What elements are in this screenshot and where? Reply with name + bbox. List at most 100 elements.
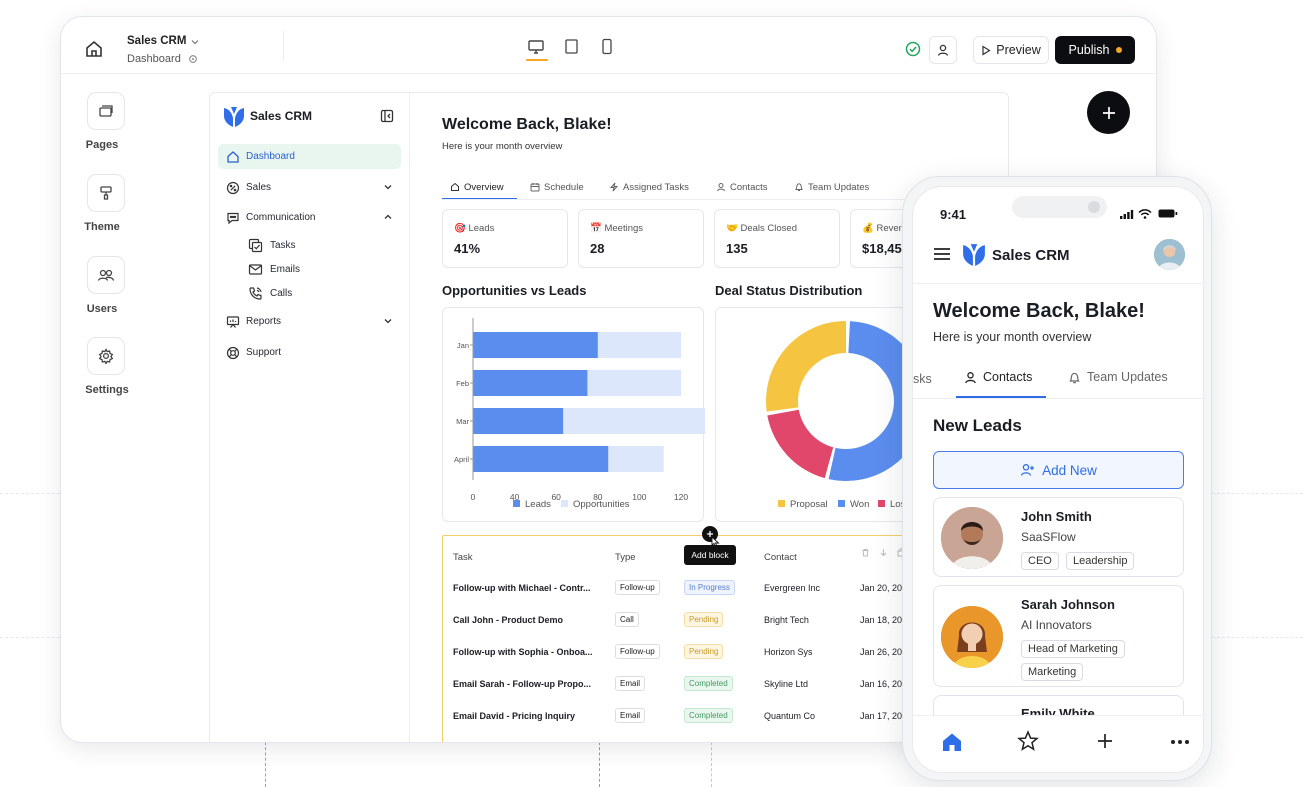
gear-icon (98, 348, 114, 364)
greeting-heading: Welcome Back, Blake! (442, 116, 612, 133)
preview-label: Preview (996, 43, 1041, 57)
preview-button[interactable]: Preview (973, 36, 1049, 64)
x-tick-label: 100 (632, 492, 646, 502)
nav-reports[interactable]: Reports (218, 309, 401, 334)
x-tick-label: 0 (471, 492, 476, 502)
chevron-down-icon[interactable] (190, 37, 200, 47)
stat-value: 28 (590, 241, 605, 256)
lifebuoy-icon (225, 345, 240, 360)
contact-cell: Skyline Ltd (764, 679, 809, 689)
collapse-sidebar-icon[interactable] (380, 109, 394, 123)
bg-grid-line (1212, 493, 1303, 494)
page-settings-icon[interactable] (188, 54, 198, 64)
phone-tab-contacts[interactable]: Contacts (964, 370, 1032, 384)
stat-label: Leads (468, 223, 495, 234)
saved-check-icon (905, 41, 921, 57)
tab-assigned-tasks[interactable]: Assigned Tasks (609, 175, 689, 199)
due-date-cell: Jan 26, 20 (860, 647, 903, 657)
pages-tool-button[interactable] (87, 92, 125, 130)
nav-communication[interactable]: Communication (218, 205, 401, 230)
nav-calls[interactable]: Calls (248, 283, 292, 303)
more-icon[interactable] (1170, 739, 1190, 745)
tablet-view-icon[interactable] (564, 38, 579, 55)
legend-label: Opportunities (573, 499, 630, 510)
table-row[interactable]: Follow-up with Michael - Contr... Follow-… (443, 572, 943, 604)
theme-tool-label: Theme (84, 221, 120, 233)
add-new-lead-button[interactable]: Add New (933, 451, 1184, 489)
project-name[interactable]: Sales CRM (127, 35, 186, 47)
donut-slice-lost (767, 409, 834, 479)
hamburger-menu-icon[interactable] (933, 247, 951, 261)
avatar[interactable] (1154, 239, 1185, 270)
nav-reports-label: Reports (246, 316, 282, 327)
new-leads-heading: New Leads (933, 416, 1022, 435)
star-icon[interactable] (1017, 730, 1039, 752)
chat-bubble-icon (225, 210, 240, 225)
pages-tool-label: Pages (85, 139, 119, 151)
tab-team-updates[interactable]: Team Updates (794, 175, 869, 199)
table-row[interactable]: Email David - Pricing Inquiry Email Comple… (443, 700, 943, 732)
lead-company: SaaSFlow (1021, 530, 1076, 544)
bell-icon (794, 182, 804, 192)
desktop-view-icon[interactable] (527, 39, 545, 55)
legend-swatch (838, 500, 845, 507)
phone-screen: 9:41 Sales CRM Welcome Back, Blake! Here… (912, 186, 1204, 773)
lead-name: John Smith (1021, 509, 1092, 524)
due-date-cell: Jan 18, 20 (860, 615, 903, 625)
lead-card[interactable]: Sarah Johnson AI Innovators Head of Mark… (933, 585, 1184, 687)
user-icon (964, 371, 977, 384)
current-page-name[interactable]: Dashboard (127, 53, 181, 65)
house-icon (225, 149, 240, 164)
phone-greeting: Welcome Back, Blake! (933, 300, 1145, 322)
lead-card[interactable]: John Smith SaaSFlow CEO Leadership (933, 497, 1184, 577)
nav-support[interactable]: Support (218, 340, 401, 365)
phone-preview: 9:41 Sales CRM Welcome Back, Blake! Here… (902, 176, 1212, 781)
add-block-tooltip: Add block (684, 545, 736, 565)
tab-overview[interactable]: Overview (450, 175, 504, 199)
type-badge: Follow-up (615, 644, 660, 659)
nav-dashboard[interactable]: Dashboard (218, 144, 401, 169)
donut-chart-title: Deal Status Distribution (715, 283, 863, 298)
tab-contacts[interactable]: Contacts (716, 175, 768, 199)
nav-sales[interactable]: Sales (218, 175, 401, 200)
add-new-label: Add New (1042, 462, 1097, 478)
settings-tool-button[interactable] (87, 337, 125, 375)
lead-name: Sarah Johnson (1021, 597, 1115, 612)
publish-button[interactable]: Publish (1055, 36, 1135, 64)
bg-grid-line (0, 493, 60, 494)
calendar-icon (530, 182, 540, 192)
nav-emails[interactable]: Emails (248, 259, 300, 279)
users-tool-button[interactable] (87, 256, 125, 294)
nav-sales-label: Sales (246, 182, 272, 193)
lead-tag: Head of Marketing (1021, 640, 1125, 658)
floating-add-button[interactable] (1087, 91, 1130, 134)
tab-schedule[interactable]: Schedule (530, 175, 584, 199)
stat-card-meetings: 📅 Meetings 28 (578, 209, 704, 268)
due-date-cell: Jan 20, 20 (860, 583, 903, 593)
table-row[interactable]: Follow-up with Sophia - Onboa... Follow-u… (443, 636, 943, 668)
wifi-icon (1138, 209, 1152, 219)
stat-value: 135 (726, 241, 748, 256)
theme-tool-button[interactable] (87, 174, 125, 212)
plus-icon[interactable] (1095, 731, 1115, 751)
tab-contacts-label: Contacts (730, 181, 768, 193)
table-row[interactable]: Call John - Product Demo Call Pending Brigh… (443, 604, 943, 636)
legend-label: Leads (525, 499, 551, 510)
home-icon[interactable] (941, 731, 963, 753)
contact-cell: Horizon Sys (764, 647, 813, 657)
table-row[interactable]: Email Sarah - Follow-up Propo... Email Com… (443, 668, 943, 700)
phone-tab-team-updates[interactable]: Team Updates (1068, 370, 1168, 384)
contact-cell: Bright Tech (764, 615, 809, 625)
lead-company: AI Innovators (1021, 618, 1092, 632)
phone-tab-assigned-tasks[interactable]: sks (913, 372, 932, 386)
task-cell: Email David - Pricing Inquiry (453, 711, 576, 721)
move-down-icon[interactable] (879, 548, 888, 557)
x-tick-label: 120 (674, 492, 688, 502)
nav-tasks[interactable]: Tasks (248, 235, 296, 255)
stat-card-deals: 🤝 Deals Closed 135 (714, 209, 840, 268)
collaborators-button[interactable] (929, 36, 957, 64)
mobile-view-icon[interactable] (601, 38, 613, 55)
bar-chart-title: Opportunities vs Leads (442, 283, 587, 298)
trash-icon[interactable] (861, 548, 870, 557)
home-icon[interactable] (84, 39, 104, 59)
